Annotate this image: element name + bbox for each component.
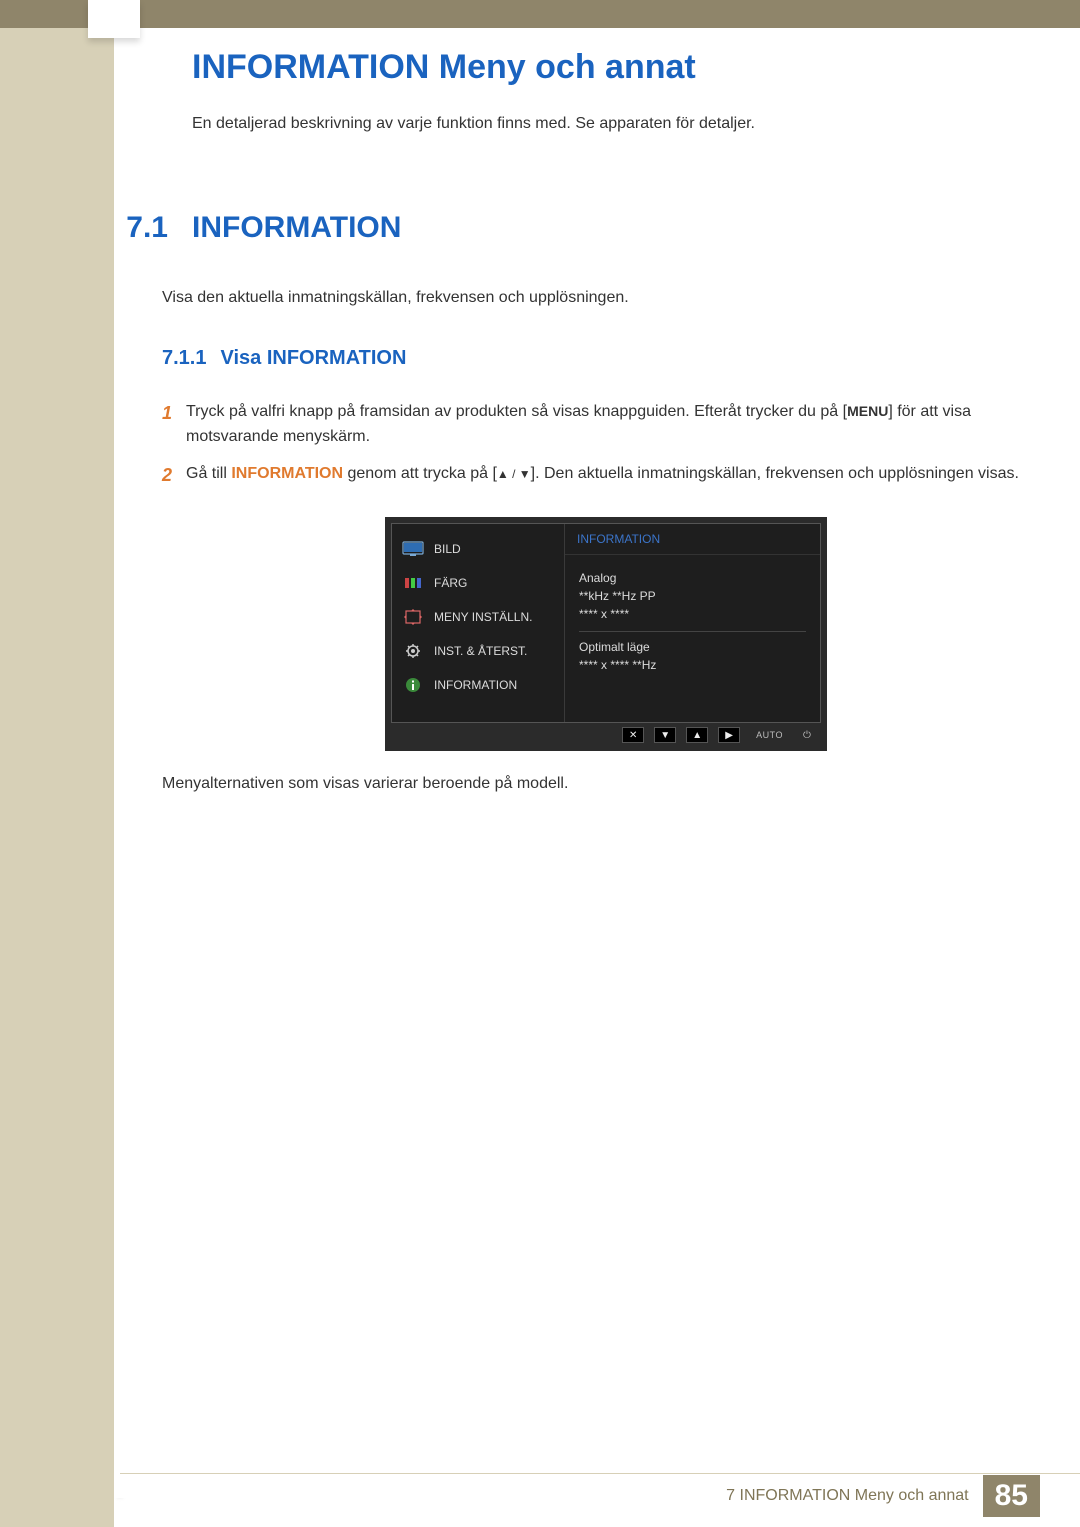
- menu-key: MENU: [847, 403, 888, 419]
- step-1-number: 1: [162, 400, 186, 450]
- resize-icon: [402, 609, 424, 625]
- osd-separator: [579, 631, 806, 632]
- information-keyword: INFORMATION: [231, 465, 343, 482]
- right-triangle-icon: ▶: [718, 727, 740, 743]
- osd-menu-setup: MENY INSTÄLLN.: [392, 600, 564, 634]
- osd-line-optimal: Optimalt läge: [579, 638, 806, 656]
- section-description: Visa den aktuella inmatningskällan, frek…: [162, 289, 1020, 307]
- osd-menu-reset: INST. & ÅTERST.: [392, 634, 564, 668]
- gear-icon: [402, 643, 424, 659]
- corner-tab: [88, 0, 140, 38]
- footer-chapter-label: 7 INFORMATION Meny och annat: [726, 1487, 968, 1505]
- osd-panel-title: INFORMATION: [565, 524, 820, 555]
- step-2-text-a: Gå till: [186, 465, 231, 482]
- page-footer: 7 INFORMATION Meny och annat 85: [0, 1473, 1080, 1527]
- osd-line-optimal-res: **** x **** **Hz: [579, 656, 806, 674]
- step-2-text: Gå till INFORMATION genom att trycka på …: [186, 462, 1020, 490]
- osd-menu-information: INFORMATION: [392, 668, 564, 702]
- footer-rule: [120, 1473, 1080, 1474]
- osd-menu-farg: FÄRG: [392, 566, 564, 600]
- close-icon: ✕: [622, 727, 644, 743]
- osd-menu-reset-label: INST. & ÅTERST.: [434, 644, 527, 658]
- down-triangle-icon: ▼: [654, 727, 676, 743]
- subsection-heading: 7.1.1 Visa INFORMATION: [162, 347, 1020, 370]
- osd-frame: BILD FÄRG MENY INSTÄLLN. INST. & ÅTERST.: [385, 517, 827, 751]
- step-1-text: Tryck på valfri knapp på framsidan av pr…: [186, 400, 1020, 450]
- step-2-text-b: genom att trycka på [: [343, 465, 497, 482]
- osd-menu-list: BILD FÄRG MENY INSTÄLLN. INST. & ÅTERST.: [392, 524, 564, 722]
- step-1-text-a: Tryck på valfri knapp på framsidan av pr…: [186, 403, 847, 420]
- osd-inner: BILD FÄRG MENY INSTÄLLN. INST. & ÅTERST.: [391, 523, 821, 723]
- osd-menu-setup-label: MENY INSTÄLLN.: [434, 610, 532, 624]
- section-number: 7.1: [90, 211, 168, 245]
- monitor-icon: [402, 541, 424, 557]
- footer-page-number: 85: [983, 1475, 1040, 1517]
- page-content: INFORMATION Meny och annat En detaljerad…: [120, 28, 1080, 1498]
- osd-menu-bild: BILD: [392, 532, 564, 566]
- osd-menu-farg-label: FÄRG: [434, 576, 467, 590]
- footer-right-group: 7 INFORMATION Meny och annat 85: [726, 1475, 1040, 1517]
- top-accent-bar: [0, 0, 1080, 28]
- up-triangle-icon: ▲: [686, 727, 708, 743]
- osd-menu-information-label: INFORMATION: [434, 678, 517, 692]
- auto-button: AUTO: [750, 727, 789, 743]
- osd-line-freq: **kHz **Hz PP: [579, 587, 806, 605]
- osd-caption: Menyalternativen som visas varierar bero…: [162, 775, 1020, 793]
- subsection-title: Visa INFORMATION: [220, 347, 406, 370]
- section-heading: 7.1 INFORMATION: [90, 211, 1020, 245]
- osd-line-source: Analog: [579, 569, 806, 587]
- osd-button-bar: ✕ ▼ ▲ ▶ AUTO ⏻: [391, 723, 821, 745]
- up-down-triangle-icon: ▲ / ▼: [497, 467, 531, 481]
- footer-sidebar-block: [0, 1473, 114, 1527]
- step-1: 1 Tryck på valfri knapp på framsidan av …: [162, 400, 1020, 450]
- osd-line-res: **** x ****: [579, 605, 806, 623]
- chapter-intro: En detaljerad beskrivning av varje funkt…: [192, 115, 1020, 133]
- power-icon: ⏻: [799, 727, 815, 743]
- left-beige-sidebar: [0, 28, 114, 1498]
- osd-info-panel: INFORMATION Analog **kHz **Hz PP **** x …: [564, 524, 820, 722]
- step-2-text-c: ]. Den aktuella inmatningskällan, frekve…: [531, 465, 1019, 482]
- osd-panel-body: Analog **kHz **Hz PP **** x **** Optimal…: [565, 555, 820, 704]
- osd-menu-bild-label: BILD: [434, 542, 461, 556]
- color-bars-icon: [402, 575, 424, 591]
- step-2: 2 Gå till INFORMATION genom att trycka p…: [162, 462, 1020, 490]
- section-title: INFORMATION: [192, 211, 401, 245]
- chapter-title: INFORMATION Meny och annat: [192, 48, 1020, 87]
- osd-screenshot: BILD FÄRG MENY INSTÄLLN. INST. & ÅTERST.: [385, 517, 827, 751]
- step-2-number: 2: [162, 462, 186, 490]
- info-icon: [402, 677, 424, 693]
- subsection-number: 7.1.1: [162, 347, 206, 370]
